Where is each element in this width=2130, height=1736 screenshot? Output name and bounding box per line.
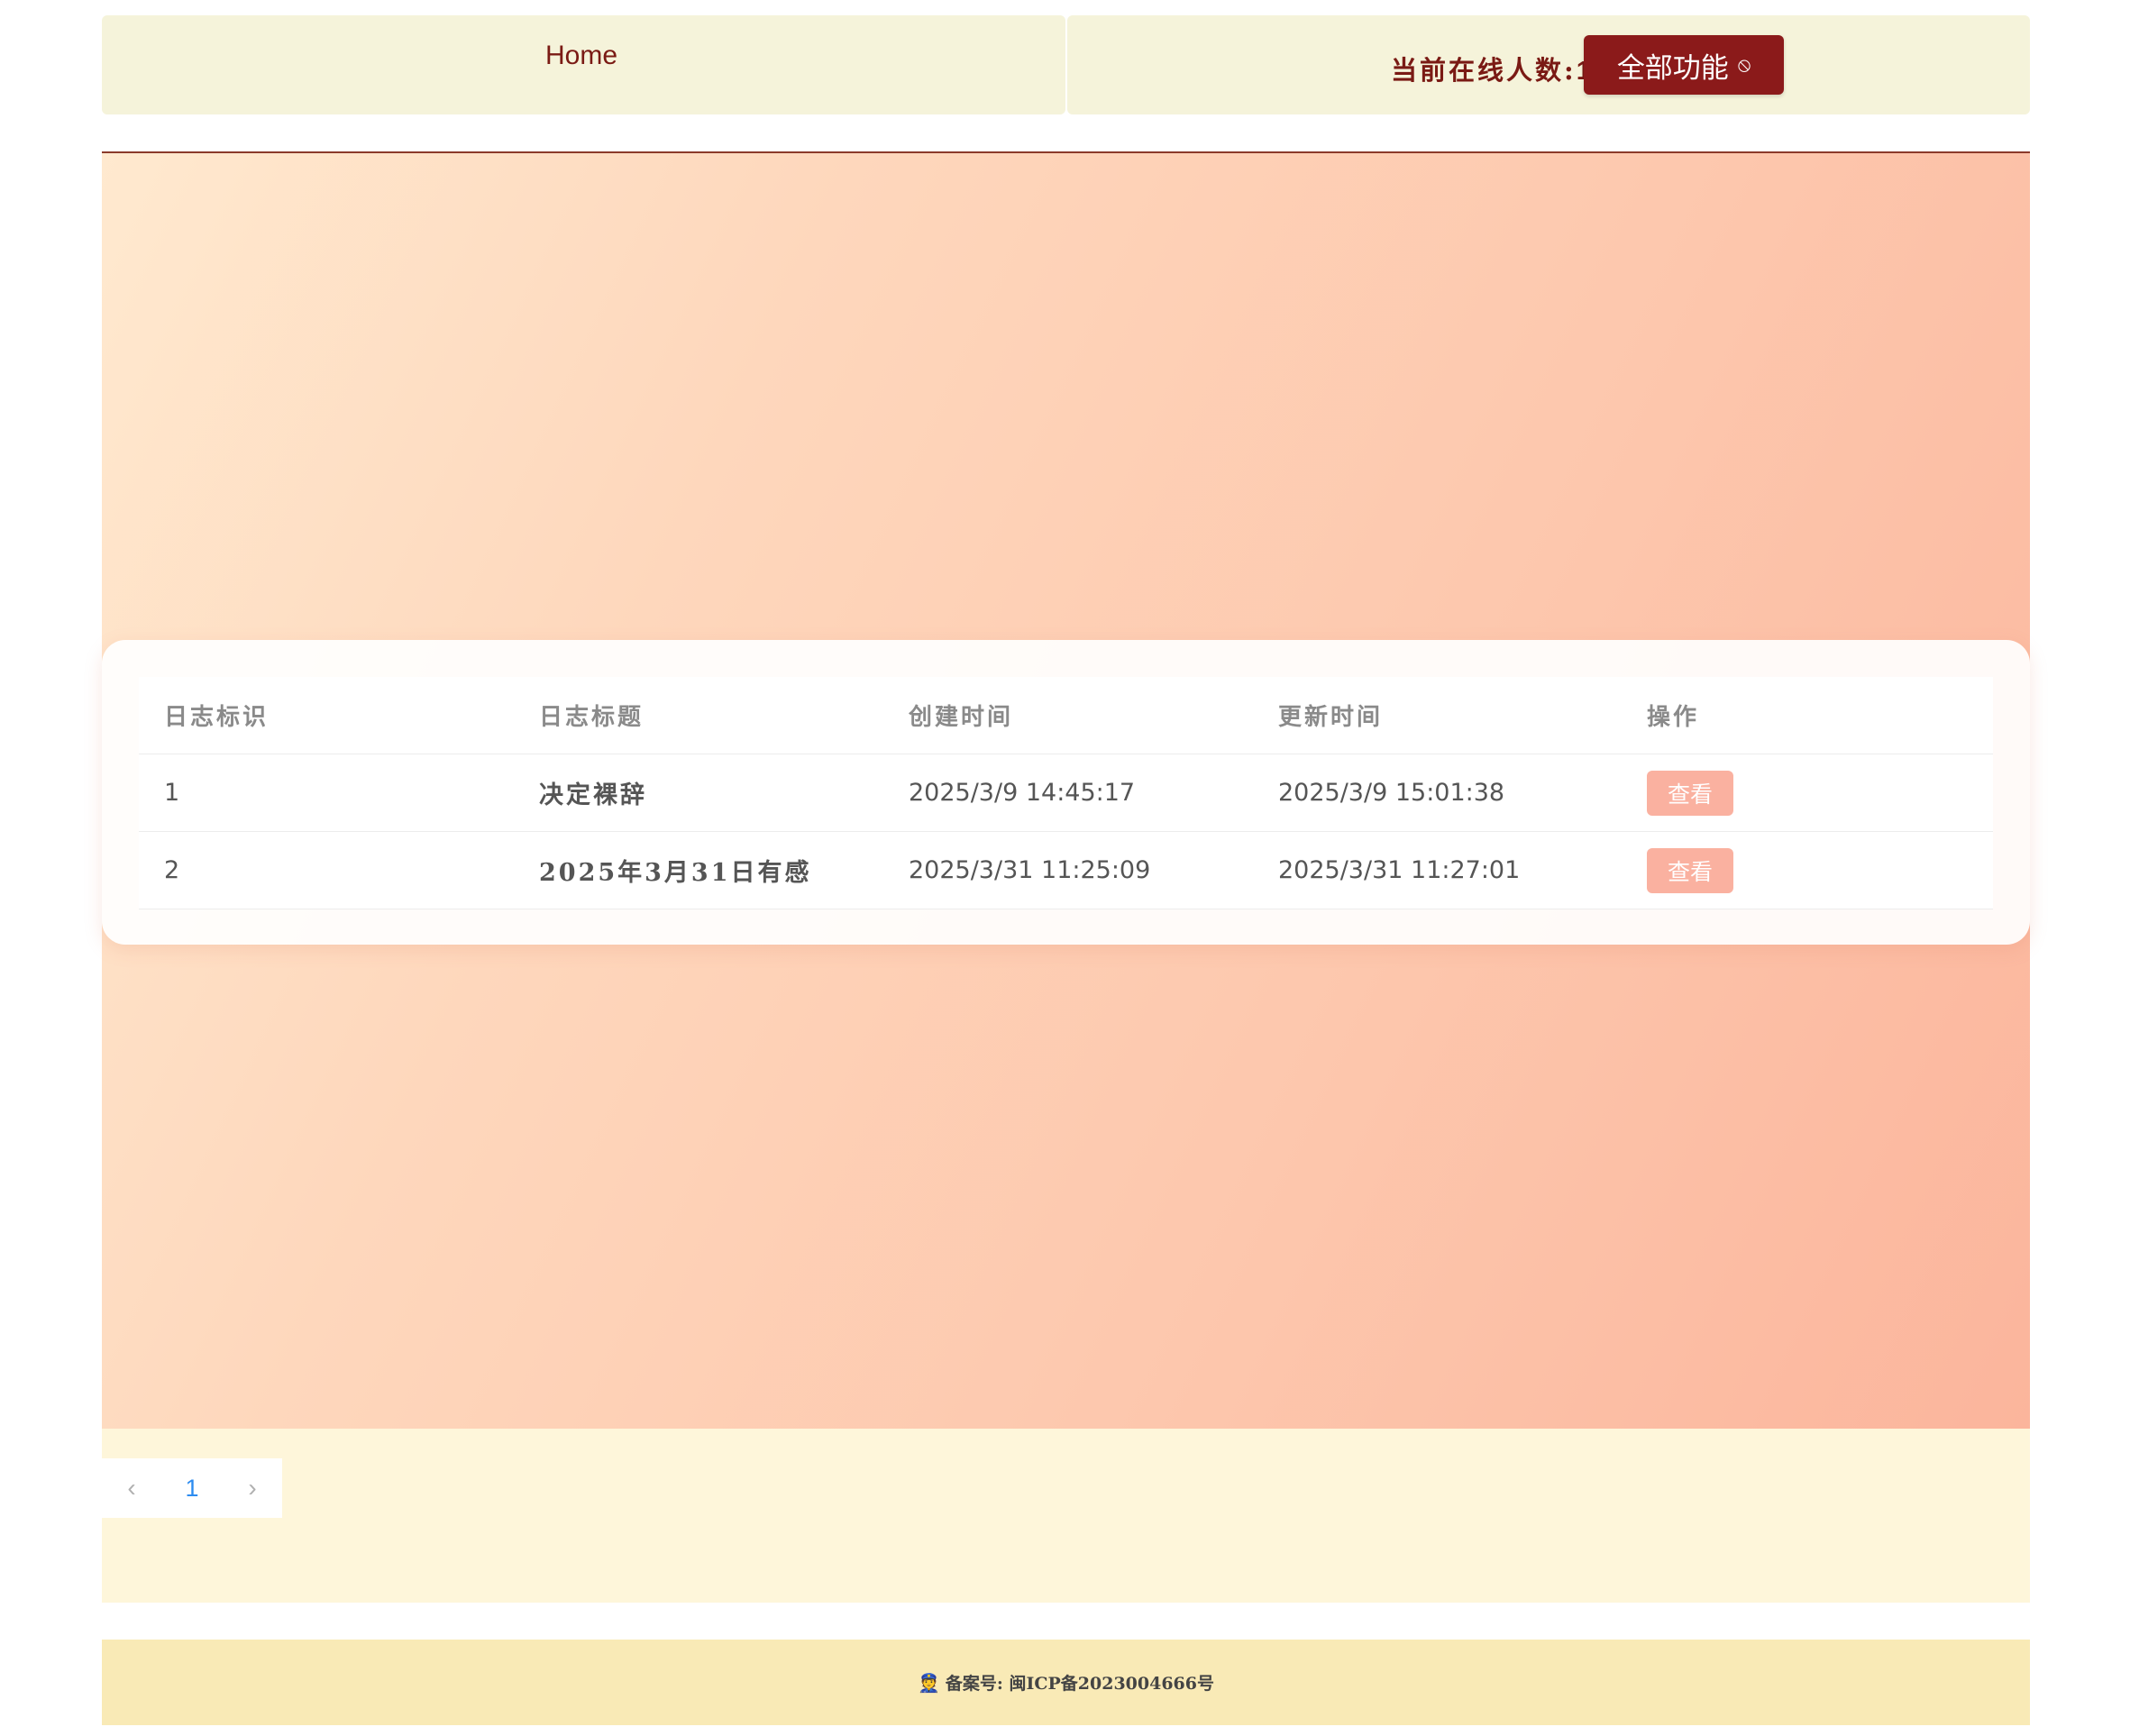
journal-table: 日志标识 日志标题 创建时间 更新时间 操作 1 决定裸辞 2025/3/9 1… — [139, 677, 1993, 909]
row-created-time: 2025/3/9 14:45:17 — [909, 779, 1136, 807]
table-row: 2 2025年3月31日有感 2025/3/31 11:25:09 2025/3… — [139, 832, 1993, 909]
all-features-label: 全部功能 — [1616, 51, 1729, 85]
icp-record: 👮 备案号: 闽ICP备2023004666号 — [918, 1670, 1214, 1695]
all-features-button[interactable]: 全部功能 ⦸ — [1584, 35, 1784, 95]
table-row: 1 决定裸辞 2025/3/9 14:45:17 2025/3/9 15:01:… — [139, 754, 1993, 832]
icp-record-text[interactable]: 备案号: 闽ICP备2023004666号 — [946, 1670, 1214, 1695]
navbar-left: Home — [102, 15, 1065, 114]
column-header-actions: 操作 — [1647, 704, 1700, 731]
home-link[interactable]: Home — [545, 41, 617, 71]
journal-table-card: 日志标识 日志标题 创建时间 更新时间 操作 1 决定裸辞 2025/3/9 1… — [102, 640, 2030, 945]
row-updated-time: 2025/3/31 11:27:01 — [1278, 856, 1521, 884]
row-created-time: 2025/3/31 11:25:09 — [909, 856, 1151, 884]
page-number-current[interactable]: 1 — [161, 1458, 223, 1518]
chevron-left-icon[interactable]: ‹ — [102, 1458, 161, 1518]
row-title: 2025年3月31日有感 — [539, 859, 812, 887]
view-button[interactable]: 查看 — [1647, 770, 1733, 816]
page: Home 当前在线人数:1✨ 全部功能 ⦸ 日志标识 日志标题 创建时间 更新时… — [102, 0, 2030, 1736]
column-header-updated: 更新时间 — [1278, 704, 1384, 731]
pill-icon: ⦸ — [1737, 53, 1751, 77]
column-header-created: 创建时间 — [909, 704, 1014, 731]
row-actions: 查看 — [1647, 754, 1733, 831]
navbar-right: 当前在线人数:1✨ 全部功能 ⦸ — [1067, 15, 2030, 114]
online-users-label: 当前在线人数: — [1391, 55, 1577, 86]
hero-section: 日志标识 日志标题 创建时间 更新时间 操作 1 决定裸辞 2025/3/9 1… — [102, 151, 2030, 1430]
pagination-area: ‹ 1 › — [102, 1429, 2030, 1603]
top-navbar: Home 当前在线人数:1✨ 全部功能 ⦸ — [102, 15, 2030, 114]
row-title: 决定裸辞 — [539, 781, 647, 809]
table-header-row: 日志标识 日志标题 创建时间 更新时间 操作 — [139, 677, 1993, 754]
row-updated-time: 2025/3/9 15:01:38 — [1278, 779, 1505, 807]
chevron-right-icon[interactable]: › — [223, 1458, 282, 1518]
footer: 👮 备案号: 闽ICP备2023004666号 — [102, 1640, 2030, 1725]
row-actions: 查看 — [1647, 832, 1733, 909]
row-id: 1 — [164, 779, 180, 807]
police-officer-icon: 👮 — [917, 1671, 940, 1694]
column-header-id: 日志标识 — [164, 704, 270, 731]
pagination: ‹ 1 › — [102, 1458, 282, 1518]
view-button[interactable]: 查看 — [1647, 847, 1733, 893]
column-header-title: 日志标题 — [539, 704, 644, 731]
row-id: 2 — [164, 856, 180, 884]
